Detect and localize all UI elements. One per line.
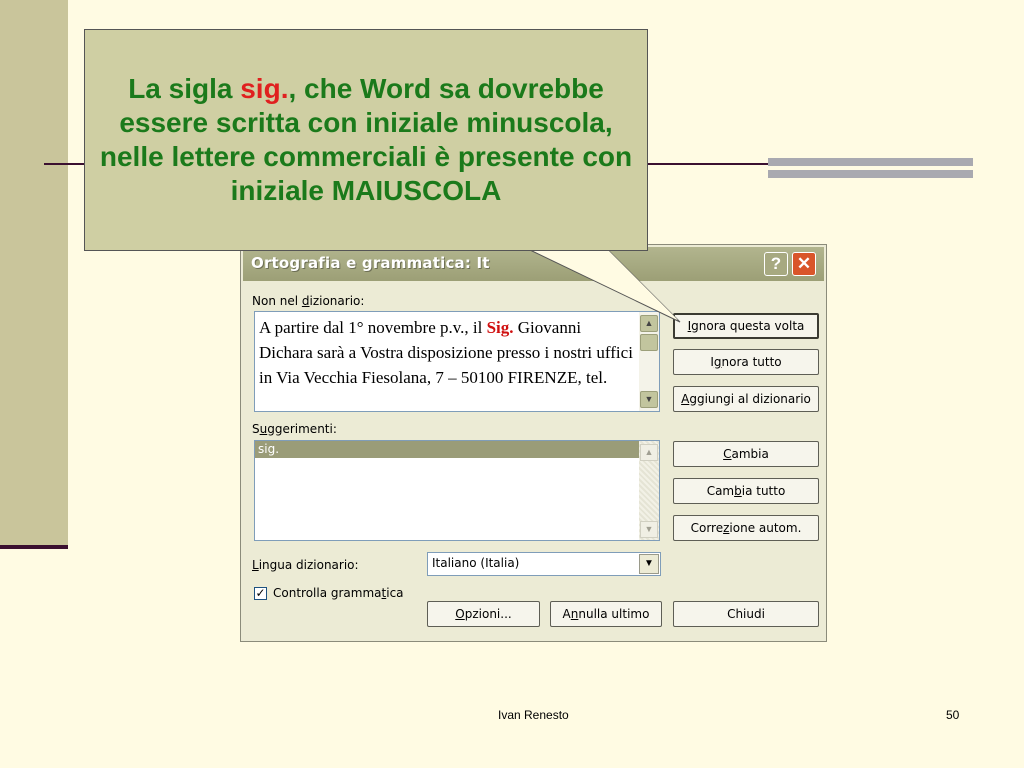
callout-highlight: sig. — [240, 73, 289, 104]
suggestion-item[interactable]: sig. — [255, 441, 639, 458]
ignore-once-button[interactable]: Ignora questa volta — [673, 313, 819, 339]
close-window-button[interactable]: ✕ — [792, 252, 816, 276]
suggestions-list[interactable]: sig. ▲ ▼ — [254, 440, 660, 541]
autocorrect-button[interactable]: Correzione autom. — [673, 515, 819, 541]
grammar-check-checkbox[interactable]: ✓ — [254, 587, 267, 600]
change-all-button[interactable]: Cambia tutto — [673, 478, 819, 504]
scroll-down-arrow-icon[interactable]: ▼ — [640, 521, 658, 538]
spelling-grammar-dialog: Ortografia e grammatica: It ? ✕ Non nel … — [240, 244, 827, 642]
ignore-all-button[interactable]: Ignora tutto — [673, 349, 819, 375]
dialog-titlebar[interactable]: Ortografia e grammatica: It ? ✕ — [243, 247, 824, 281]
grammar-check-label: Controlla grammatica — [273, 586, 404, 600]
options-button[interactable]: Opzioni... — [427, 601, 540, 627]
not-in-dictionary-textbox[interactable]: A partire dal 1° novembre p.v., il Sig. … — [254, 311, 660, 412]
undo-last-button[interactable]: Annulla ultimo — [550, 601, 662, 627]
scroll-up-arrow-icon[interactable]: ▲ — [640, 315, 658, 332]
dictionary-language-value: Italiano (Italia) — [432, 556, 520, 570]
help-button[interactable]: ? — [764, 252, 788, 276]
slide-grey-bar-top — [768, 158, 973, 166]
page-number: 50 — [946, 708, 960, 722]
dialog-title: Ortografia e grammatica: It — [251, 254, 490, 272]
slide-left-band — [0, 0, 68, 545]
callout-text: La sigla sig., che Word sa dovrebbe esse… — [99, 73, 633, 206]
not-in-dictionary-label: Non nel dizionario: — [252, 294, 365, 308]
sentence-text: A partire dal 1° novembre p.v., il Sig. … — [259, 318, 633, 387]
scroll-thumb[interactable] — [640, 334, 658, 351]
change-button[interactable]: Cambia — [673, 441, 819, 467]
close-button[interactable]: Chiudi — [673, 601, 819, 627]
add-to-dictionary-button[interactable]: Aggiungi al dizionario — [673, 386, 819, 412]
dictionary-language-select[interactable]: Italiano (Italia) ▼ — [427, 552, 661, 576]
footer-author: Ivan Renesto — [498, 708, 569, 722]
callout-box: La sigla sig., che Word sa dovrebbe esse… — [84, 29, 648, 251]
scroll-down-arrow-icon[interactable]: ▼ — [640, 391, 658, 408]
scroll-up-arrow-icon[interactable]: ▲ — [640, 444, 658, 461]
dropdown-arrow-icon[interactable]: ▼ — [639, 554, 659, 574]
suggestions-label: Suggerimenti: — [252, 422, 337, 436]
textbox-scrollbar[interactable]: ▲ ▼ — [639, 312, 659, 411]
flagged-word: Sig. — [486, 318, 514, 337]
slide-grey-bar-bottom — [768, 170, 973, 178]
dictionary-language-label: Lingua dizionario: — [252, 558, 359, 572]
suggestions-scrollbar[interactable]: ▲ ▼ — [639, 441, 659, 540]
slide-left-band-line — [0, 545, 68, 549]
